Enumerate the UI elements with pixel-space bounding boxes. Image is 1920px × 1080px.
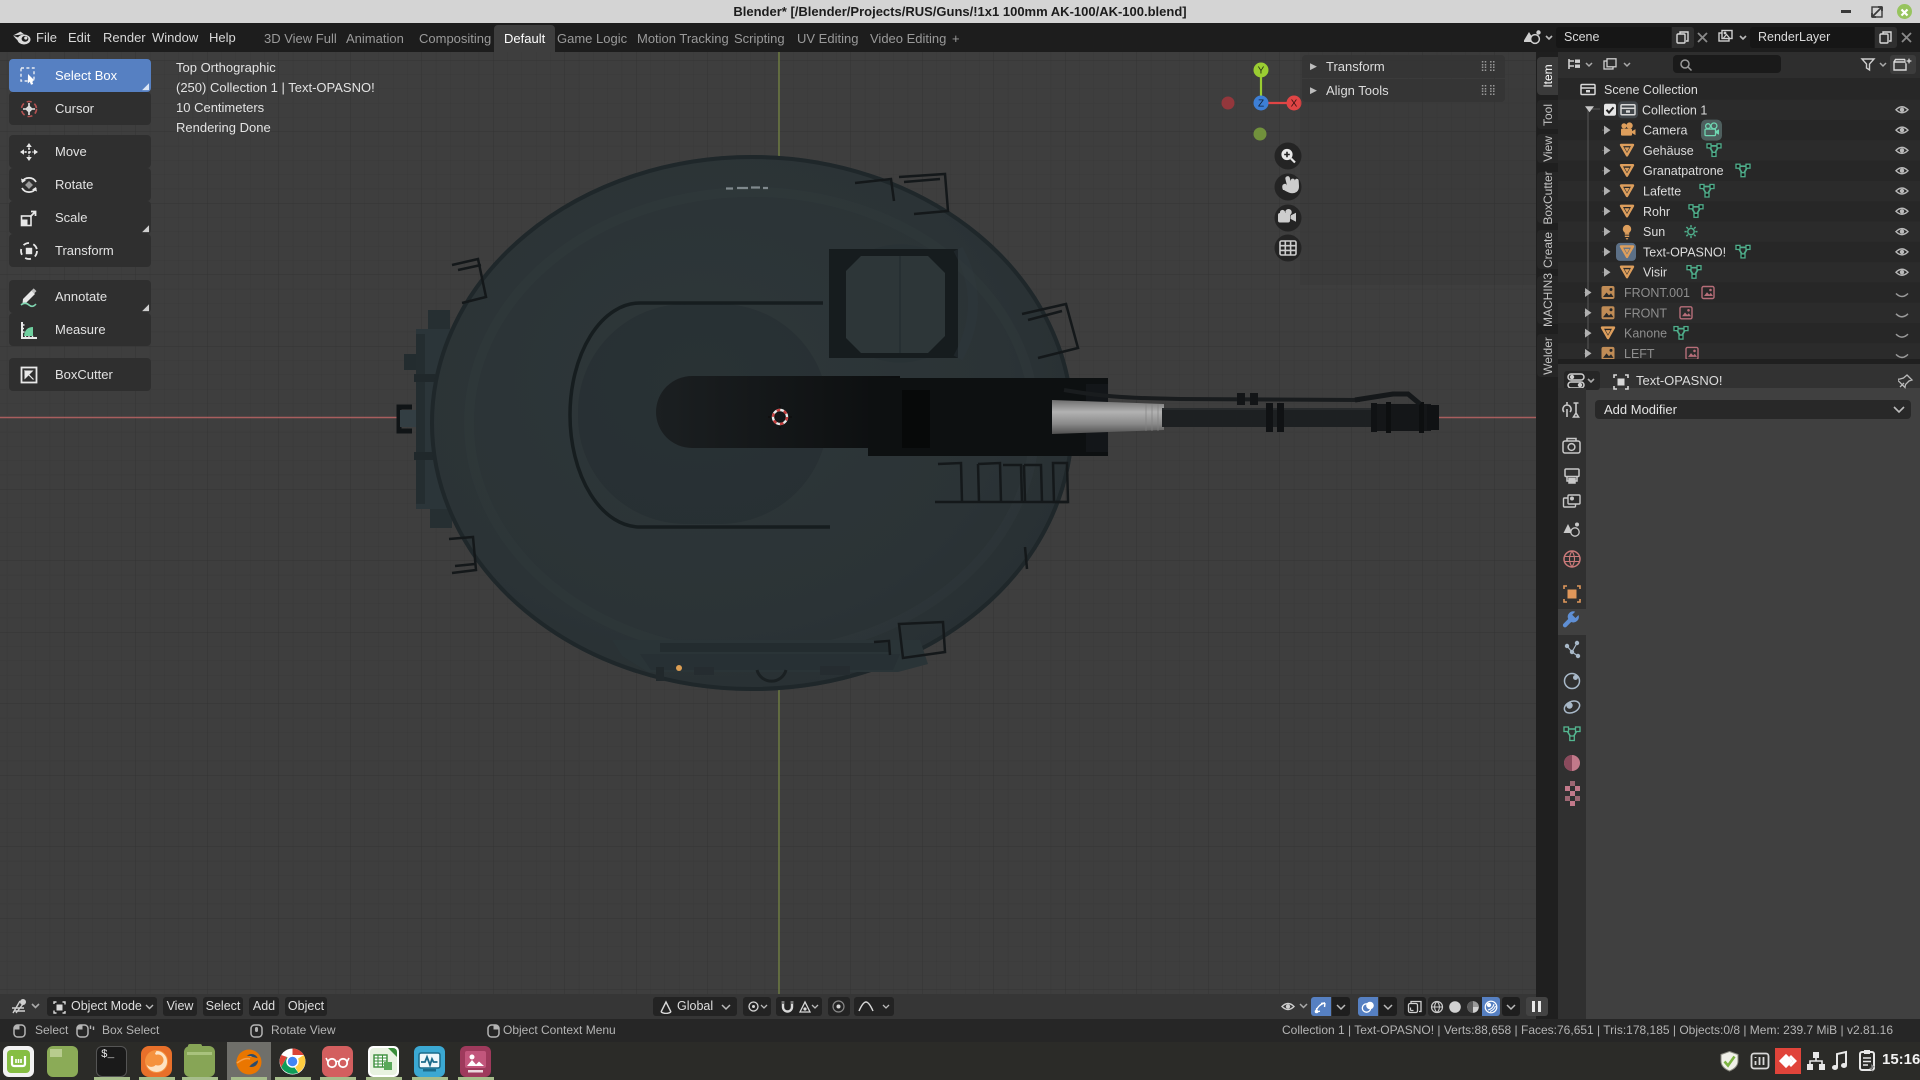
svg-text:FRONT.001: FRONT.001 xyxy=(1624,286,1690,300)
svg-text:Text-OPASNO!: Text-OPASNO! xyxy=(1643,245,1726,259)
svg-text:LEFT: LEFT xyxy=(1624,347,1655,359)
svg-text:Kanone: Kanone xyxy=(1624,327,1667,341)
svg-text:Sun: Sun xyxy=(1643,225,1665,239)
svg-text:Visir: Visir xyxy=(1643,266,1667,280)
svg-text:Z: Z xyxy=(1258,99,1264,110)
svg-text:Scene Collection: Scene Collection xyxy=(1604,83,1698,97)
svg-text:Rohr: Rohr xyxy=(1643,205,1670,219)
svg-text:Granatpatrone: Granatpatrone xyxy=(1643,164,1724,178)
svg-text:Gehäuse: Gehäuse xyxy=(1643,144,1694,158)
svg-text:X: X xyxy=(1291,99,1298,110)
svg-text:Camera: Camera xyxy=(1643,124,1688,138)
svg-text:Lafette: Lafette xyxy=(1643,185,1681,199)
svg-text:FRONT: FRONT xyxy=(1624,306,1667,320)
svg-text:Collection 1: Collection 1 xyxy=(1642,103,1707,117)
svg-text:Y: Y xyxy=(1258,66,1265,77)
